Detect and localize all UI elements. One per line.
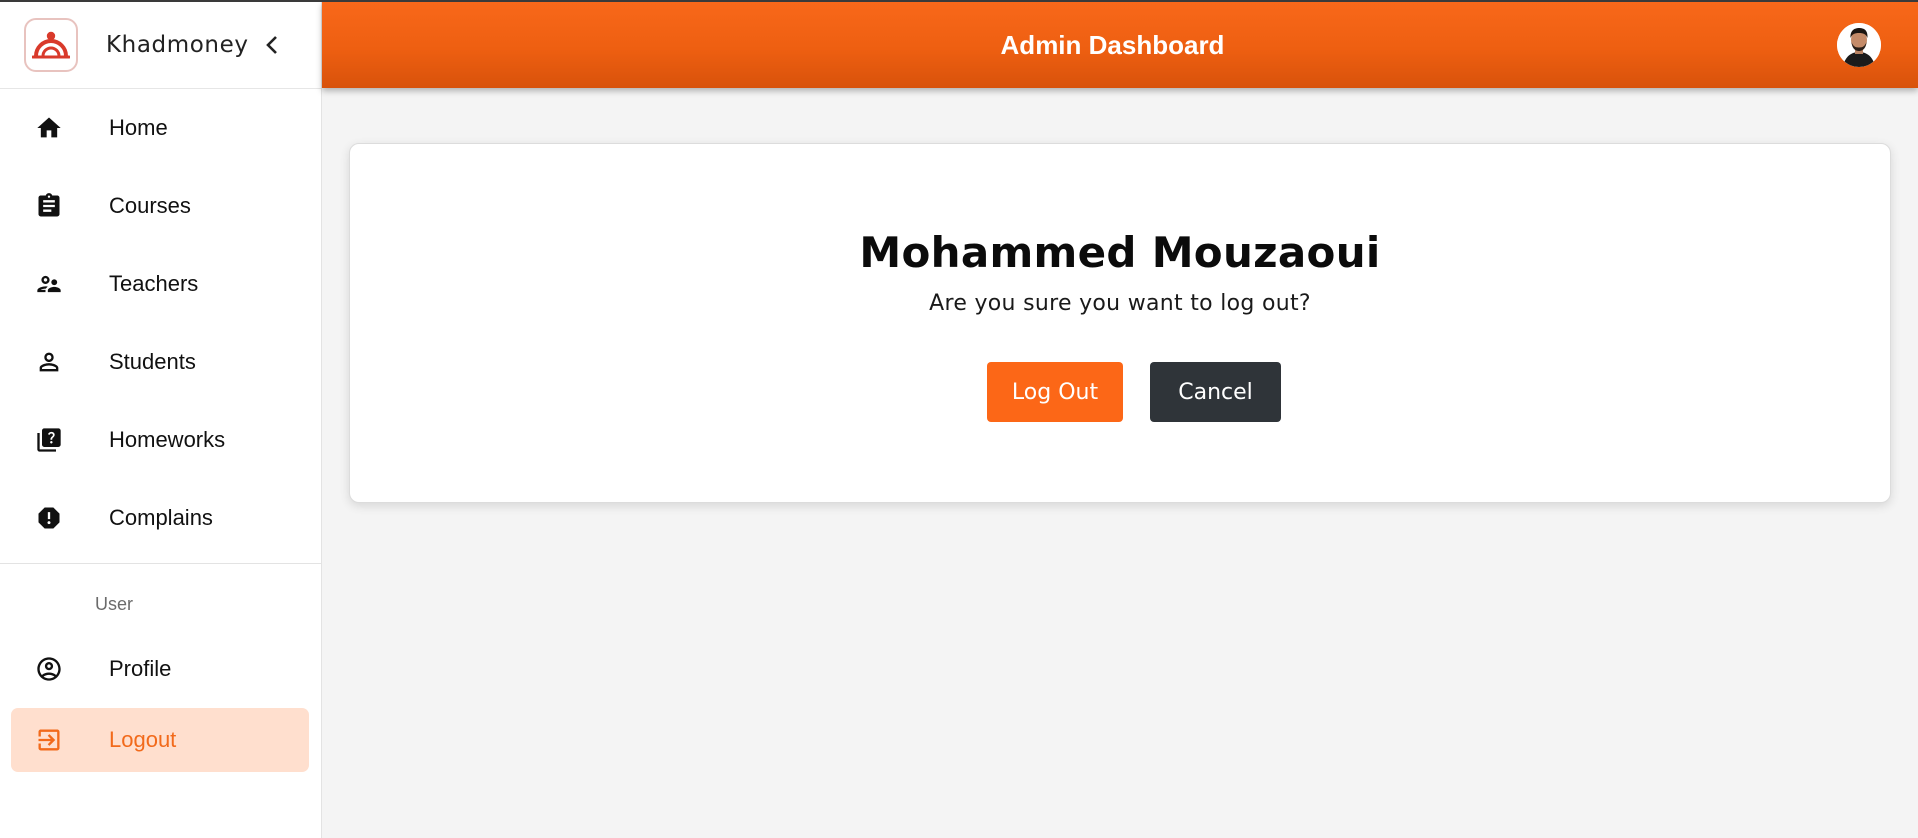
people-icon — [34, 269, 64, 299]
section-label-user: User — [95, 594, 134, 614]
sidebar-item-courses[interactable]: Courses — [0, 167, 321, 245]
sidebar-item-label: Homeworks — [109, 427, 226, 452]
logout-icon — [34, 725, 64, 755]
user-avatar-icon — [1837, 23, 1881, 67]
brand-bar: Khadmoney — [0, 2, 321, 89]
sidebar-item-label: Complains — [109, 505, 213, 530]
report-icon — [34, 503, 64, 533]
main-nav: Home Courses Teachers Students Homeworks — [0, 89, 321, 557]
sidebar-item-label: Students — [109, 349, 196, 374]
quiz-icon — [34, 425, 64, 455]
collapse-sidebar-button[interactable] — [265, 35, 279, 55]
brand-logo[interactable] — [24, 18, 78, 72]
window-top-border — [0, 0, 1918, 2]
sidebar-item-teachers[interactable]: Teachers — [0, 245, 321, 323]
sidebar: Khadmoney Home Courses Teachers Students… — [0, 2, 322, 838]
account-circle-icon — [34, 654, 64, 684]
sidebar-item-home[interactable]: Home — [0, 89, 321, 167]
sidebar-item-label: Courses — [109, 193, 191, 218]
sidebar-item-students[interactable]: Students — [0, 323, 321, 401]
top-app-bar: Admin Dashboard — [322, 2, 1918, 88]
sidebar-item-homeworks[interactable]: Homeworks — [0, 401, 321, 479]
chevron-left-icon — [265, 36, 277, 54]
sidebar-item-complains[interactable]: Complains — [0, 479, 321, 557]
user-nav: Profile Logout — [0, 630, 321, 772]
logo-mark-icon — [32, 31, 70, 59]
person-icon — [34, 347, 64, 377]
sidebar-item-label: Profile — [109, 656, 172, 681]
home-icon — [34, 113, 64, 143]
sidebar-item-profile[interactable]: Profile — [0, 630, 321, 708]
cancel-button[interactable]: Cancel — [1150, 362, 1281, 422]
avatar[interactable] — [1837, 23, 1881, 67]
clipboard-icon — [34, 191, 64, 221]
sidebar-item-label: Teachers — [109, 271, 199, 296]
page-title: Admin Dashboard — [1000, 29, 1225, 60]
sidebar-item-label: Logout — [109, 727, 177, 752]
sidebar-item-label: Home — [109, 115, 168, 140]
confirm-message: Are you sure you want to log out? — [929, 291, 1311, 316]
sidebar-item-logout[interactable]: Logout — [11, 708, 309, 772]
logout-confirm-dialog: Mohammed Mouzaoui Are you sure you want … — [349, 143, 1891, 503]
log-out-button[interactable]: Log Out — [987, 362, 1123, 422]
user-name: Mohammed Mouzaoui — [859, 228, 1381, 277]
dialog-actions: Log Out Cancel — [987, 362, 1281, 422]
brand-name: Khadmoney — [106, 32, 249, 58]
